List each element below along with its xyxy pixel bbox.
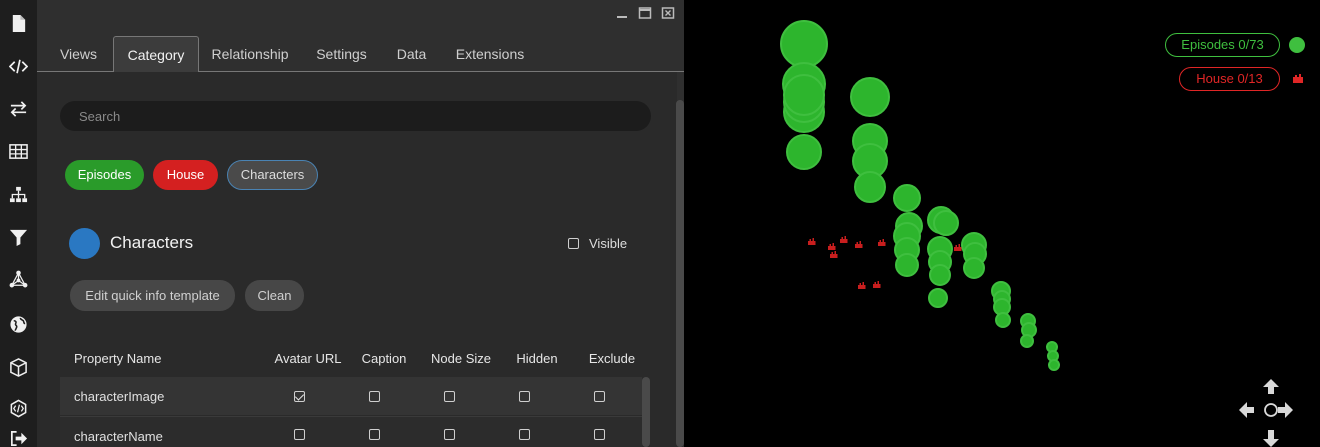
episode-node[interactable] [895,253,919,277]
table-row: characterImage [60,377,642,415]
category-chip-house[interactable]: House [153,160,218,190]
panel-titlebar [37,0,684,30]
arrow-left-icon [1239,402,1254,418]
hierarchy-icon[interactable] [0,179,37,209]
legend-house-icon [1293,74,1303,83]
file-icon[interactable] [0,8,37,38]
episode-node[interactable] [995,312,1011,328]
property-name: characterImage [74,389,165,404]
caption-checkbox[interactable] [369,391,380,402]
episode-node[interactable] [854,171,886,203]
graphql-icon[interactable] [0,393,37,423]
node-size-checkbox[interactable] [444,391,455,402]
graph-canvas[interactable]: Episodes 0/73 House 0/13 [684,0,1320,447]
episode-node[interactable] [933,210,959,236]
house-node[interactable] [840,236,848,243]
exclude-checkbox[interactable] [594,429,605,440]
arrow-right-icon [1278,402,1293,418]
arrow-down-icon [1263,430,1279,447]
episode-node[interactable] [929,264,951,286]
hidden-checkbox[interactable] [519,391,530,402]
avatar-url-checkbox[interactable] [294,391,305,402]
edit-quick-info-template-button[interactable]: Edit quick info template [70,280,235,311]
arrow-up-icon [1263,379,1279,394]
hidden-checkbox[interactable] [519,429,530,440]
episode-node[interactable] [963,257,985,279]
house-node[interactable] [954,244,962,251]
table-row: characterName [60,416,642,447]
episode-node[interactable] [850,77,890,117]
tab-settings[interactable]: Settings [308,36,375,72]
tab-views[interactable]: Views [51,36,106,72]
house-node[interactable] [830,251,838,258]
search-input[interactable] [60,101,651,131]
header-node-size: Node Size [431,351,491,366]
tab-category[interactable]: Category [113,36,199,73]
header-property-name: Property Name [74,351,162,366]
house-node[interactable] [855,241,863,248]
table-scrollbar[interactable] [642,377,650,447]
clean-button[interactable]: Clean [245,280,304,311]
legend-house[interactable]: House 0/13 [1179,67,1280,91]
header-hidden: Hidden [516,351,558,366]
episode-node[interactable] [1020,334,1034,348]
code-icon[interactable] [0,51,37,81]
center-icon [1264,403,1278,417]
tab-data[interactable]: Data [389,36,434,72]
avatar-url-checkbox[interactable] [294,429,305,440]
header-caption: Caption [361,351,407,366]
episode-node[interactable] [786,134,822,170]
minimize-icon[interactable] [615,6,629,20]
header-avatar-url: Avatar URL [274,351,342,366]
category-chip-episodes[interactable]: Episodes [65,160,144,190]
house-node[interactable] [873,281,881,288]
episode-node[interactable] [928,288,948,308]
cube-icon[interactable] [0,352,37,382]
episode-node[interactable] [780,20,828,68]
close-icon[interactable] [661,6,675,20]
tab-extensions[interactable]: Extensions [449,36,531,72]
legend-episodes-dot [1289,37,1305,53]
house-node[interactable] [878,239,886,246]
legend-episodes[interactable]: Episodes 0/73 [1165,33,1280,57]
episode-node[interactable] [1048,359,1060,371]
category-panel: Views Category Relationship Settings Dat… [37,0,684,447]
house-node[interactable] [808,238,816,245]
caption-checkbox[interactable] [369,429,380,440]
maximize-icon[interactable] [638,6,652,20]
navigation-controls [1239,379,1293,447]
logout-icon[interactable] [0,423,37,447]
tab-bar: Views Category Relationship Settings Dat… [37,36,684,73]
exclude-checkbox[interactable] [594,391,605,402]
tab-relationship[interactable]: Relationship [205,36,295,72]
category-chip-characters[interactable]: Characters [227,160,318,190]
header-exclude: Exclude [588,351,636,366]
house-node[interactable] [858,282,866,289]
property-name: characterName [74,429,163,444]
node-size-checkbox[interactable] [444,429,455,440]
swap-arrows-icon[interactable] [0,93,37,123]
episode-node[interactable] [893,184,921,212]
filter-icon[interactable] [0,222,37,252]
network-icon[interactable] [0,264,37,294]
icon-rail [0,0,37,447]
category-color-swatch[interactable] [69,228,100,259]
table-icon[interactable] [0,136,37,166]
episode-node[interactable] [783,74,825,116]
globe-icon[interactable] [0,309,37,339]
visible-label: Visible [589,236,628,251]
panel-scrollbar[interactable] [676,100,684,447]
visible-checkbox[interactable] [568,238,579,249]
category-title: Characters [110,233,194,252]
house-node[interactable] [828,243,836,250]
